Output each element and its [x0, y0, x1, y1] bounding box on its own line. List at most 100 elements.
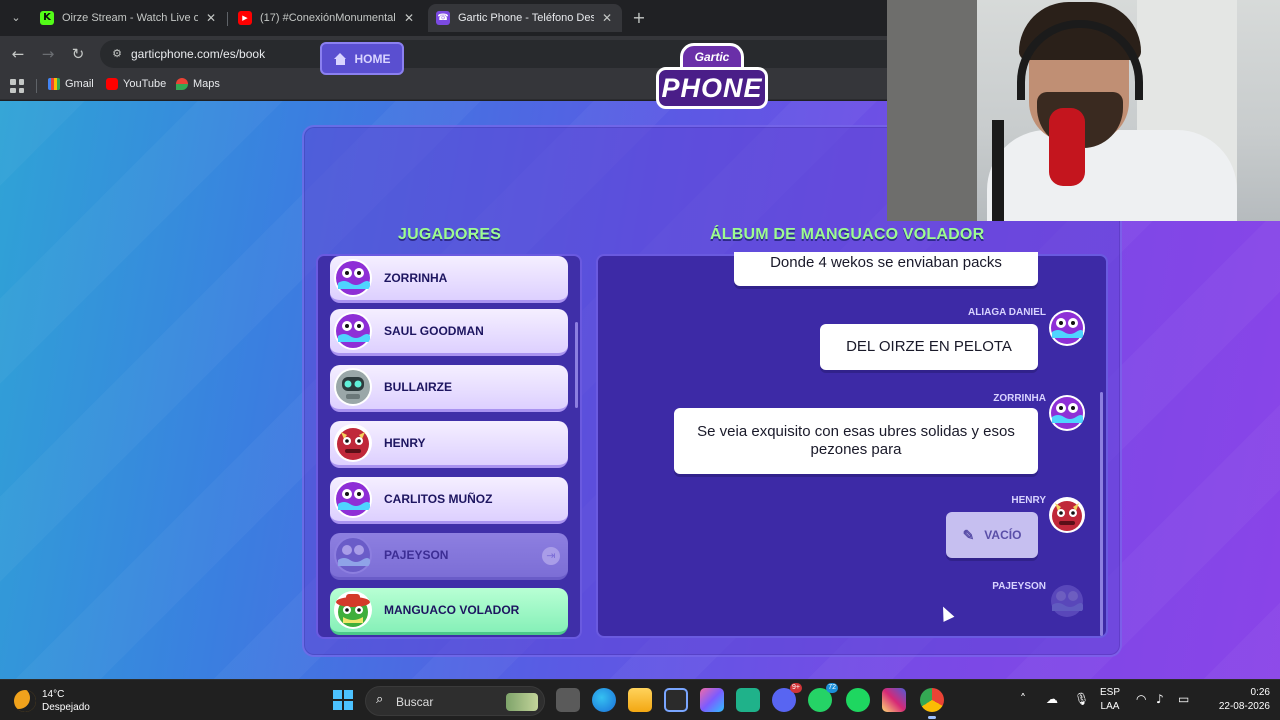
ghost-avatar-icon [1049, 310, 1085, 346]
player-name: BULLAIRZE [384, 380, 452, 394]
time: 0:26 [1250, 687, 1270, 698]
webcam-person [987, 130, 1237, 221]
tab-title: Oirze Stream - Watch Live on Ki [62, 12, 198, 24]
microphone-icon[interactable]: 🎙 [1074, 692, 1089, 706]
forward-arrow-icon[interactable]: → [38, 44, 58, 64]
cloud-icon[interactable]: ☁ [1046, 692, 1058, 706]
message-sender: ALIAGA DANIEL [968, 307, 1046, 318]
whatsapp-icon[interactable]: 72 [808, 683, 838, 712]
game-app-icon[interactable] [736, 688, 760, 712]
task-view-icon[interactable] [556, 688, 580, 712]
moon-icon [14, 690, 36, 712]
apps-grid-icon[interactable] [10, 79, 24, 93]
webcam-background [887, 0, 977, 221]
player-card[interactable]: BULLAIRZE [330, 365, 568, 412]
player-card-current[interactable]: MANGUACO VOLADOR [330, 588, 568, 635]
ghost-avatar-icon [334, 312, 372, 350]
ghost-avatar-icon [334, 259, 372, 297]
devil-avatar-icon [334, 424, 372, 462]
players-title: JUGADORES [398, 226, 502, 243]
weather-widget[interactable]: 14°C Despejado [14, 688, 90, 714]
ghost-avatar-icon [334, 480, 372, 518]
player-card-away[interactable]: PAJEYSON ⇥ [330, 533, 568, 580]
album-message: Donde 4 wekos se enviaban packs [734, 252, 1038, 286]
bookmark-gmail[interactable]: Gmail [48, 78, 94, 90]
devil-avatar-icon [1049, 497, 1085, 533]
album-message: DEL OIRZE EN PELOTA [820, 324, 1038, 370]
sombrero-avatar-icon [334, 591, 372, 629]
players-list[interactable]: ZORRINHA SAUL GOODMAN BULLAIRZE HENRY CA… [316, 254, 582, 639]
home-label: HOME [354, 51, 391, 66]
temperature: 14°C [42, 689, 65, 700]
store-icon[interactable] [664, 688, 688, 712]
new-tab-button[interactable]: + [629, 8, 649, 28]
tab-search-dropdown-icon[interactable]: ⌄ [6, 8, 26, 28]
bookmark-maps[interactable]: Maps [176, 78, 220, 90]
bookmark-label: YouTube [123, 78, 167, 90]
instagram-icon[interactable] [882, 688, 906, 712]
discord-icon[interactable]: 9+ [772, 683, 802, 712]
close-tab-icon[interactable]: ✕ [402, 11, 416, 25]
webcam-overlay [887, 0, 1280, 221]
keyboard-layout: LAA [1100, 701, 1120, 712]
gmail-icon [48, 78, 60, 90]
ghost-avatar-icon [334, 536, 372, 574]
message-sender: HENRY [1011, 495, 1046, 506]
bookmark-divider [36, 79, 37, 93]
tab-conexion-monumental[interactable]: ▶ (17) #ConexiónMonumental | Co ✕ [230, 4, 424, 32]
player-name: PAJEYSON [384, 548, 449, 562]
mic-arm [992, 120, 1004, 221]
edge-icon[interactable] [592, 688, 616, 712]
home-icon [333, 52, 347, 65]
youtube-icon: ▶ [238, 11, 252, 25]
ghost-avatar-icon [1051, 585, 1083, 617]
logo-bottom-text: PHONE [656, 67, 768, 109]
home-button[interactable]: HOME [320, 42, 404, 75]
language-indicator[interactable]: ESP LAA [1100, 686, 1120, 714]
player-card[interactable]: HENRY [330, 421, 568, 468]
back-arrow-icon[interactable]: ← [8, 44, 28, 64]
players-scrollbar[interactable] [575, 322, 578, 408]
volume-icon[interactable]: ♪ [1156, 692, 1164, 706]
search-icon: ⌕ [376, 692, 384, 707]
player-name: ZORRINHA [384, 271, 448, 285]
tab-oirze-stream[interactable]: K Oirze Stream - Watch Live on Ki ✕ [32, 4, 226, 32]
close-tab-icon[interactable]: ✕ [204, 11, 218, 25]
player-card[interactable]: CARLITOS MUÑOZ [330, 477, 568, 524]
brush-icon: ✎ [962, 526, 975, 543]
gartic-phone-logo: Gartic PHONE [656, 43, 768, 111]
bookmark-youtube[interactable]: YouTube [106, 78, 166, 90]
album-scrollbar[interactable] [1100, 392, 1103, 636]
battery-icon[interactable]: ▭ [1178, 692, 1189, 706]
taskbar-search[interactable]: ⌕ Buscar [365, 686, 545, 716]
player-card[interactable]: SAUL GOODMAN [330, 309, 568, 356]
clock[interactable]: 0:26 22-08-2026 [1196, 686, 1270, 714]
album-message-empty: ✎ VACÍO [946, 512, 1038, 558]
language-code: ESP [1100, 687, 1121, 698]
player-card[interactable]: ZORRINHA [330, 256, 568, 303]
taskbar: 14°C Despejado ⌕ Buscar 9+ 72 ˄ ☁ 🎙 ESP … [0, 679, 1280, 720]
exit-icon: ⇥ [542, 547, 560, 565]
close-tab-icon[interactable]: ✕ [600, 11, 614, 25]
url-text[interactable]: garticphone.com/es/book [131, 47, 265, 61]
file-explorer-icon[interactable] [628, 688, 652, 712]
tab-title: (17) #ConexiónMonumental | Co [260, 12, 396, 24]
robot-avatar-icon [334, 368, 372, 406]
tab-title: Gartic Phone - Teléfono Descon [458, 12, 594, 24]
tab-gartic-phone[interactable]: ☎ Gartic Phone - Teléfono Descon ✕ [428, 4, 622, 32]
youtube-icon [106, 78, 118, 90]
notification-badge: 9+ [790, 683, 802, 693]
search-label: Buscar [396, 695, 434, 709]
site-info-icon[interactable]: ⚙ [110, 47, 124, 61]
player-name: HENRY [384, 436, 426, 450]
tab-divider [227, 12, 228, 26]
chrome-icon[interactable] [920, 688, 944, 719]
windows-start-icon[interactable] [333, 690, 353, 710]
reload-icon[interactable]: ↻ [68, 44, 88, 64]
copilot-icon[interactable] [700, 688, 724, 712]
spotify-icon[interactable] [846, 688, 870, 712]
album-message: Se veia exquisito con esas ubres solidas… [674, 408, 1038, 474]
chevron-up-icon[interactable]: ˄ [1020, 692, 1026, 706]
wifi-icon[interactable]: ◠ [1136, 692, 1146, 706]
search-highlight-icon [506, 693, 538, 711]
